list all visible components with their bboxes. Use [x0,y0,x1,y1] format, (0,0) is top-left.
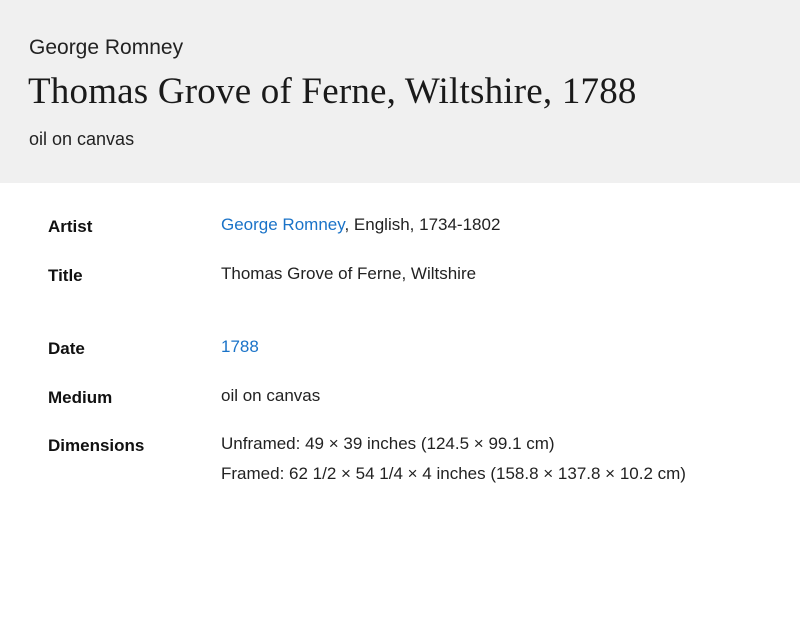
artist-value: George Romney, English, 1734-1802 [221,210,500,240]
date-value: 1788 [221,332,259,362]
medium-value: oil on canvas [221,386,321,405]
dimensions-framed: Framed: 62 1/2 × 54 1/4 × 4 inches (158.… [221,464,686,483]
dimensions-label: Dimensions [48,436,145,455]
header-medium: oil on canvas [29,129,135,149]
dimensions-unframed: Unframed: 49 × 39 inches (124.5 × 99.1 c… [221,434,555,453]
artist-link[interactable]: George Romney [221,215,344,234]
dimensions-value: Unframed: 49 × 39 inches (124.5 × 99.1 c… [221,429,686,489]
artist-nationality-dates: , English, 1734-1802 [344,215,501,234]
medium-label: Medium [48,388,113,407]
artwork-title: Thomas Grove of Ferne, Wiltshire, 1788 [28,71,637,112]
title-value: Thomas Grove of Ferne, Wiltshire [221,264,477,283]
title-label: Title [48,266,83,285]
header-artist-name: George Romney [29,36,184,59]
date-link[interactable]: 1788 [221,337,259,356]
artwork-header: George Romney Thomas Grove of Ferne, Wil… [0,0,800,183]
date-label: Date [48,339,85,358]
artist-label: Artist [48,217,93,236]
